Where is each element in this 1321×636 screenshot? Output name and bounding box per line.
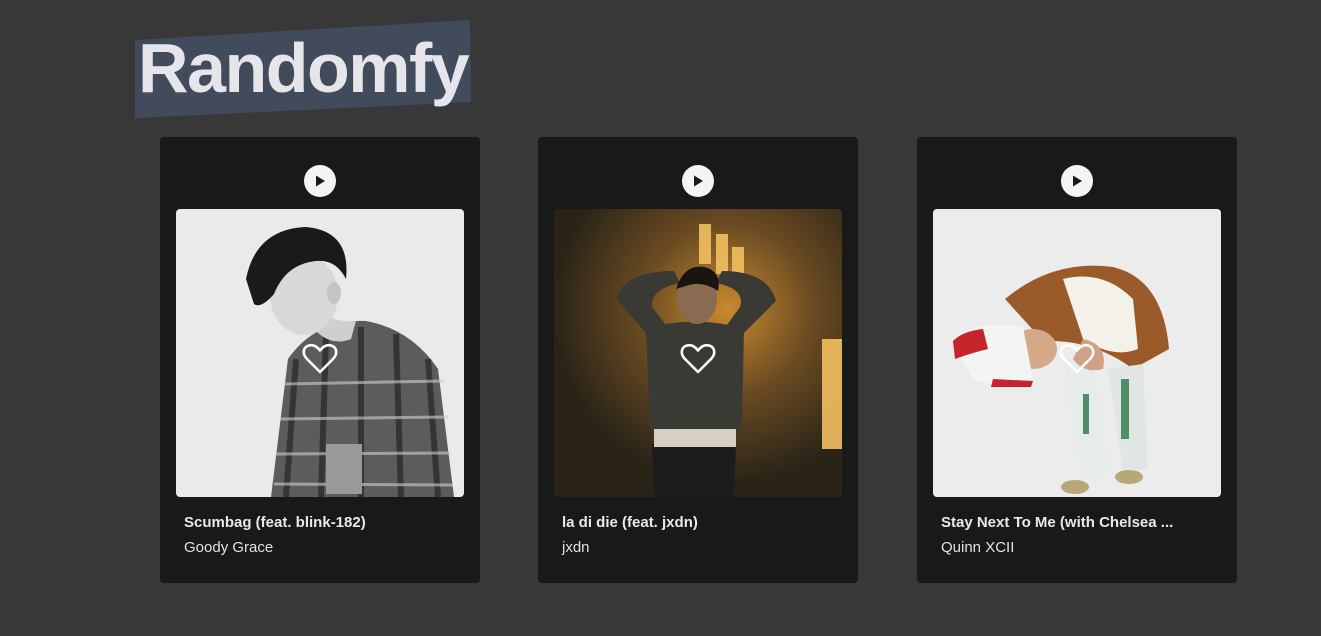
app-title: Randomfy	[138, 29, 470, 107]
play-button[interactable]	[1061, 165, 1093, 197]
play-button[interactable]	[304, 165, 336, 197]
track-card: Scumbag (feat. blink-182) Goody Grace	[160, 137, 480, 583]
track-artist[interactable]: jxdn	[562, 539, 842, 556]
play-icon	[1073, 175, 1082, 187]
track-title[interactable]: la di die (feat. jxdn)	[562, 514, 842, 531]
album-cover	[554, 209, 842, 497]
play-icon	[694, 175, 703, 187]
album-cover	[933, 209, 1221, 497]
track-artist[interactable]: Quinn XCII	[941, 539, 1221, 556]
heart-icon[interactable]	[302, 343, 338, 375]
album-cover	[176, 209, 464, 497]
play-icon	[316, 175, 325, 187]
track-artist[interactable]: Goody Grace	[184, 539, 464, 556]
app-logo: Randomfy	[135, 20, 471, 118]
heart-icon[interactable]	[680, 343, 716, 375]
track-title[interactable]: Scumbag (feat. blink-182)	[184, 514, 464, 531]
track-card: la di die (feat. jxdn) jxdn	[538, 137, 858, 583]
track-card: Stay Next To Me (with Chelsea ... Quinn …	[917, 137, 1237, 583]
heart-icon[interactable]	[1059, 343, 1095, 375]
track-title[interactable]: Stay Next To Me (with Chelsea ...	[941, 514, 1221, 531]
play-button[interactable]	[682, 165, 714, 197]
